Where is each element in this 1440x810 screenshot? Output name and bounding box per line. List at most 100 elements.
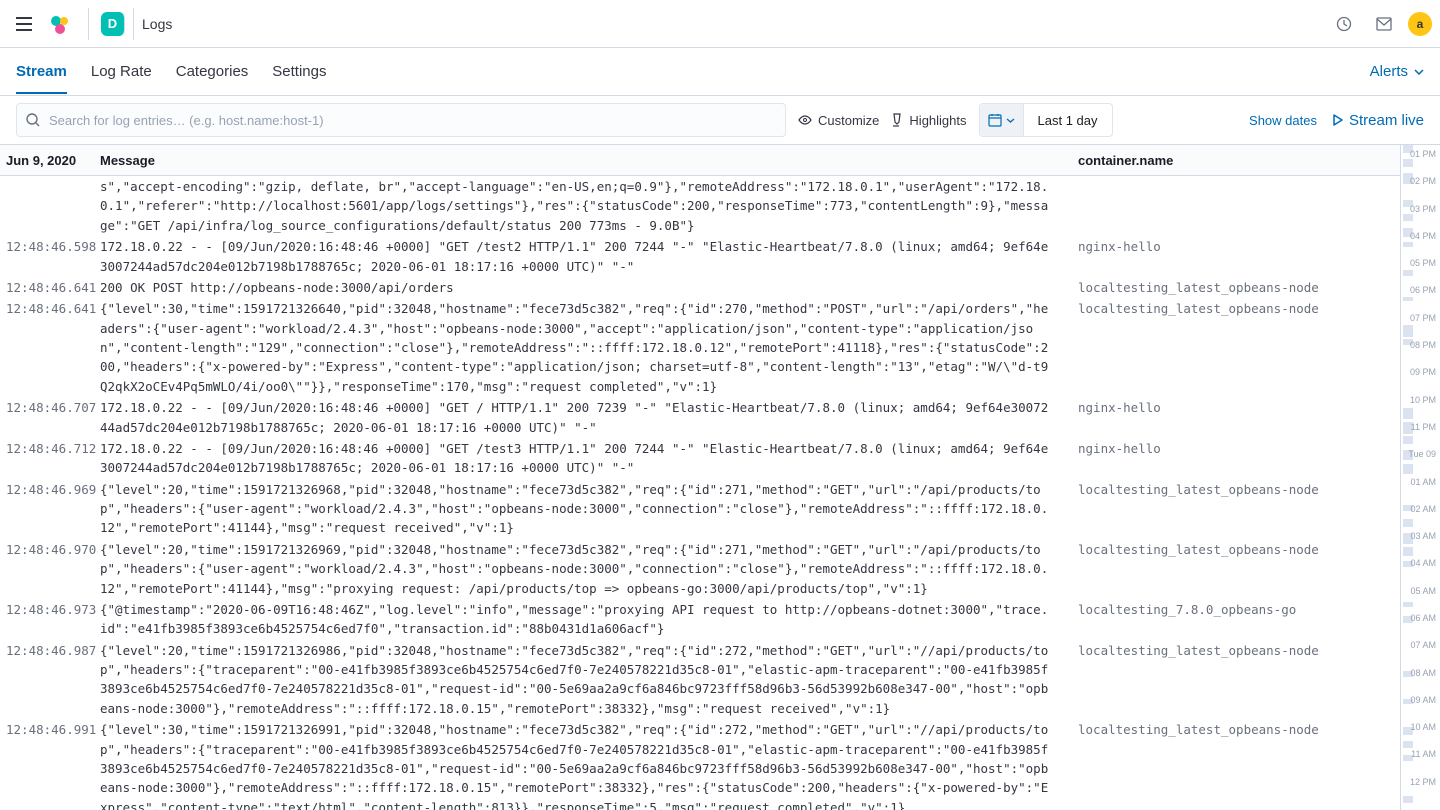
log-row[interactable]: 12:48:46.598172.18.0.22 - - [09/Jun/2020… bbox=[0, 236, 1400, 277]
stream-live-label: Stream live bbox=[1349, 112, 1424, 129]
elastic-logo-icon[interactable] bbox=[48, 12, 72, 36]
log-timestamp: 12:48:46.969 bbox=[0, 480, 94, 499]
eye-icon bbox=[798, 115, 812, 125]
minimap-tick: 02 AM bbox=[1404, 504, 1436, 514]
minimap-tick: 07 AM bbox=[1404, 640, 1436, 650]
divider bbox=[133, 8, 134, 40]
log-message: 172.18.0.22 - - [09/Jun/2020:16:48:46 +0… bbox=[94, 439, 1060, 478]
log-row[interactable]: 12:48:46.970{"level":20,"time":159172132… bbox=[0, 539, 1400, 599]
log-timestamp: 12:48:46.970 bbox=[0, 540, 94, 559]
highlight-icon bbox=[891, 113, 903, 127]
minimap-tick: 09 AM bbox=[1404, 695, 1436, 705]
customize-button[interactable]: Customize bbox=[798, 113, 879, 128]
log-container-name: localtesting_latest_opbeans-node bbox=[1060, 278, 1400, 297]
log-row[interactable]: 12:48:46.641{"level":30,"time":159172132… bbox=[0, 298, 1400, 397]
log-message: {"@timestamp":"2020-06-09T16:48:46Z","lo… bbox=[94, 600, 1060, 639]
log-timestamp: 12:48:46.598 bbox=[0, 237, 94, 256]
log-message: 200 OK POST http://opbeans-node:3000/api… bbox=[94, 278, 1060, 297]
mail-icon[interactable] bbox=[1368, 8, 1400, 40]
log-timestamp: 12:48:46.707 bbox=[0, 398, 94, 417]
highlights-label: Highlights bbox=[909, 113, 966, 128]
minimap-tick: 07 PM bbox=[1404, 313, 1436, 323]
log-container-name: localtesting_latest_opbeans-node bbox=[1060, 720, 1400, 739]
minimap-tick: 04 PM bbox=[1404, 231, 1436, 241]
minimap-tick: 03 PM bbox=[1404, 204, 1436, 214]
minimap-tick: 05 PM bbox=[1404, 258, 1436, 268]
alerts-label: Alerts bbox=[1370, 63, 1408, 80]
log-container-name: localtesting_latest_opbeans-node bbox=[1060, 540, 1400, 559]
minimap-tick: 11 AM bbox=[1404, 749, 1436, 759]
newsfeed-icon[interactable] bbox=[1328, 8, 1360, 40]
log-timestamp: 12:48:46.641 bbox=[0, 278, 94, 297]
tab-log-rate[interactable]: Log Rate bbox=[91, 50, 152, 94]
minimap-tick: 08 AM bbox=[1404, 668, 1436, 678]
chevron-down-icon bbox=[1414, 69, 1424, 75]
col-message-header[interactable]: Message bbox=[94, 153, 1060, 168]
log-row[interactable]: 12:48:46.641200 OK POST http://opbeans-n… bbox=[0, 277, 1400, 298]
log-timestamp: 12:48:46.991 bbox=[0, 720, 94, 739]
col-container-header[interactable]: container.name bbox=[1060, 153, 1440, 168]
calendar-icon bbox=[988, 113, 1002, 127]
toolbar: Customize Highlights Last 1 day Show dat… bbox=[0, 96, 1440, 144]
log-message: {"level":30,"time":1591721326640,"pid":3… bbox=[94, 299, 1060, 396]
minimap[interactable]: 01 PM 02 PM 03 PM 04 PM 05 PM 06 PM 07 PM 08 PM… bbox=[1400, 145, 1440, 810]
space-selector[interactable]: D bbox=[101, 12, 125, 36]
log-row[interactable]: 12:48:46.973{"@timestamp":"2020-06-09T16… bbox=[0, 599, 1400, 640]
play-icon bbox=[1333, 114, 1343, 126]
secondary-nav: Stream Log Rate Categories Settings Aler… bbox=[0, 48, 1440, 96]
log-container-name: nginx-hello bbox=[1060, 398, 1400, 417]
minimap-tick: 09 PM bbox=[1404, 367, 1436, 377]
minimap-tick: 12 PM bbox=[1404, 777, 1436, 787]
minimap-tick: 06 AM bbox=[1404, 613, 1436, 623]
menu-toggle-icon[interactable] bbox=[8, 8, 40, 40]
stream-live-button[interactable]: Stream live bbox=[1333, 112, 1424, 129]
search-input[interactable] bbox=[16, 103, 786, 137]
log-timestamp: 12:48:46.973 bbox=[0, 600, 94, 619]
log-container-name: localtesting_latest_opbeans-node bbox=[1060, 299, 1400, 318]
time-range-selector[interactable]: Last 1 day bbox=[979, 103, 1113, 137]
minimap-tick: 03 AM bbox=[1404, 531, 1436, 541]
log-row[interactable]: s","accept-encoding":"gzip, deflate, br"… bbox=[0, 176, 1400, 236]
log-row[interactable]: 12:48:46.707172.18.0.22 - - [09/Jun/2020… bbox=[0, 397, 1400, 438]
col-timestamp-header[interactable]: Jun 9, 2020 bbox=[0, 153, 94, 168]
tab-settings[interactable]: Settings bbox=[272, 50, 326, 94]
log-container-name: localtesting_7.8.0_opbeans-go bbox=[1060, 600, 1400, 619]
log-row[interactable]: 12:48:46.712172.18.0.22 - - [09/Jun/2020… bbox=[0, 438, 1400, 479]
log-message: 172.18.0.22 - - [09/Jun/2020:16:48:46 +0… bbox=[94, 237, 1060, 276]
log-timestamp: 12:48:46.641 bbox=[0, 299, 94, 318]
log-message: {"level":20,"time":1591721326969,"pid":3… bbox=[94, 540, 1060, 598]
time-range-text: Last 1 day bbox=[1024, 113, 1112, 128]
minimap-tick: 01 PM bbox=[1404, 149, 1436, 159]
search-wrapper bbox=[16, 103, 786, 137]
minimap-tick: 11 PM bbox=[1404, 422, 1436, 432]
breadcrumb[interactable]: Logs bbox=[142, 16, 172, 32]
log-row[interactable]: 12:48:46.969{"level":20,"time":159172132… bbox=[0, 479, 1400, 539]
tab-stream[interactable]: Stream bbox=[16, 50, 67, 94]
log-message: {"level":30,"time":1591721326991,"pid":3… bbox=[94, 720, 1060, 810]
log-row[interactable]: 12:48:46.987{"level":20,"time":159172132… bbox=[0, 640, 1400, 720]
log-container-name: localtesting_latest_opbeans-node bbox=[1060, 641, 1400, 660]
show-dates-link[interactable]: Show dates bbox=[1249, 113, 1317, 128]
minimap-tick: 08 PM bbox=[1404, 340, 1436, 350]
log-timestamp: 12:48:46.987 bbox=[0, 641, 94, 660]
chevron-down-icon bbox=[1006, 118, 1015, 123]
minimap-tick: 02 PM bbox=[1404, 176, 1436, 186]
customize-label: Customize bbox=[818, 113, 879, 128]
user-avatar[interactable]: a bbox=[1408, 12, 1432, 36]
tab-categories[interactable]: Categories bbox=[176, 50, 249, 94]
minimap-tick: 06 PM bbox=[1404, 285, 1436, 295]
top-bar: D Logs a bbox=[0, 0, 1440, 48]
log-container-name: nginx-hello bbox=[1060, 439, 1400, 458]
log-columns-header: Jun 9, 2020 Message container.name bbox=[0, 144, 1440, 176]
log-stream[interactable]: s","accept-encoding":"gzip, deflate, br"… bbox=[0, 176, 1400, 810]
calendar-button[interactable] bbox=[980, 104, 1024, 136]
divider bbox=[88, 8, 89, 40]
minimap-tick: 10 AM bbox=[1404, 722, 1436, 732]
alerts-dropdown[interactable]: Alerts bbox=[1370, 63, 1424, 80]
log-message: 172.18.0.22 - - [09/Jun/2020:16:48:46 +0… bbox=[94, 398, 1060, 437]
highlights-button[interactable]: Highlights bbox=[891, 113, 966, 128]
minimap-tick: 05 AM bbox=[1404, 586, 1436, 596]
log-row[interactable]: 12:48:46.991{"level":30,"time":159172132… bbox=[0, 719, 1400, 810]
minimap-tick: Tue 09 bbox=[1404, 449, 1436, 459]
log-message: s","accept-encoding":"gzip, deflate, br"… bbox=[94, 177, 1060, 235]
